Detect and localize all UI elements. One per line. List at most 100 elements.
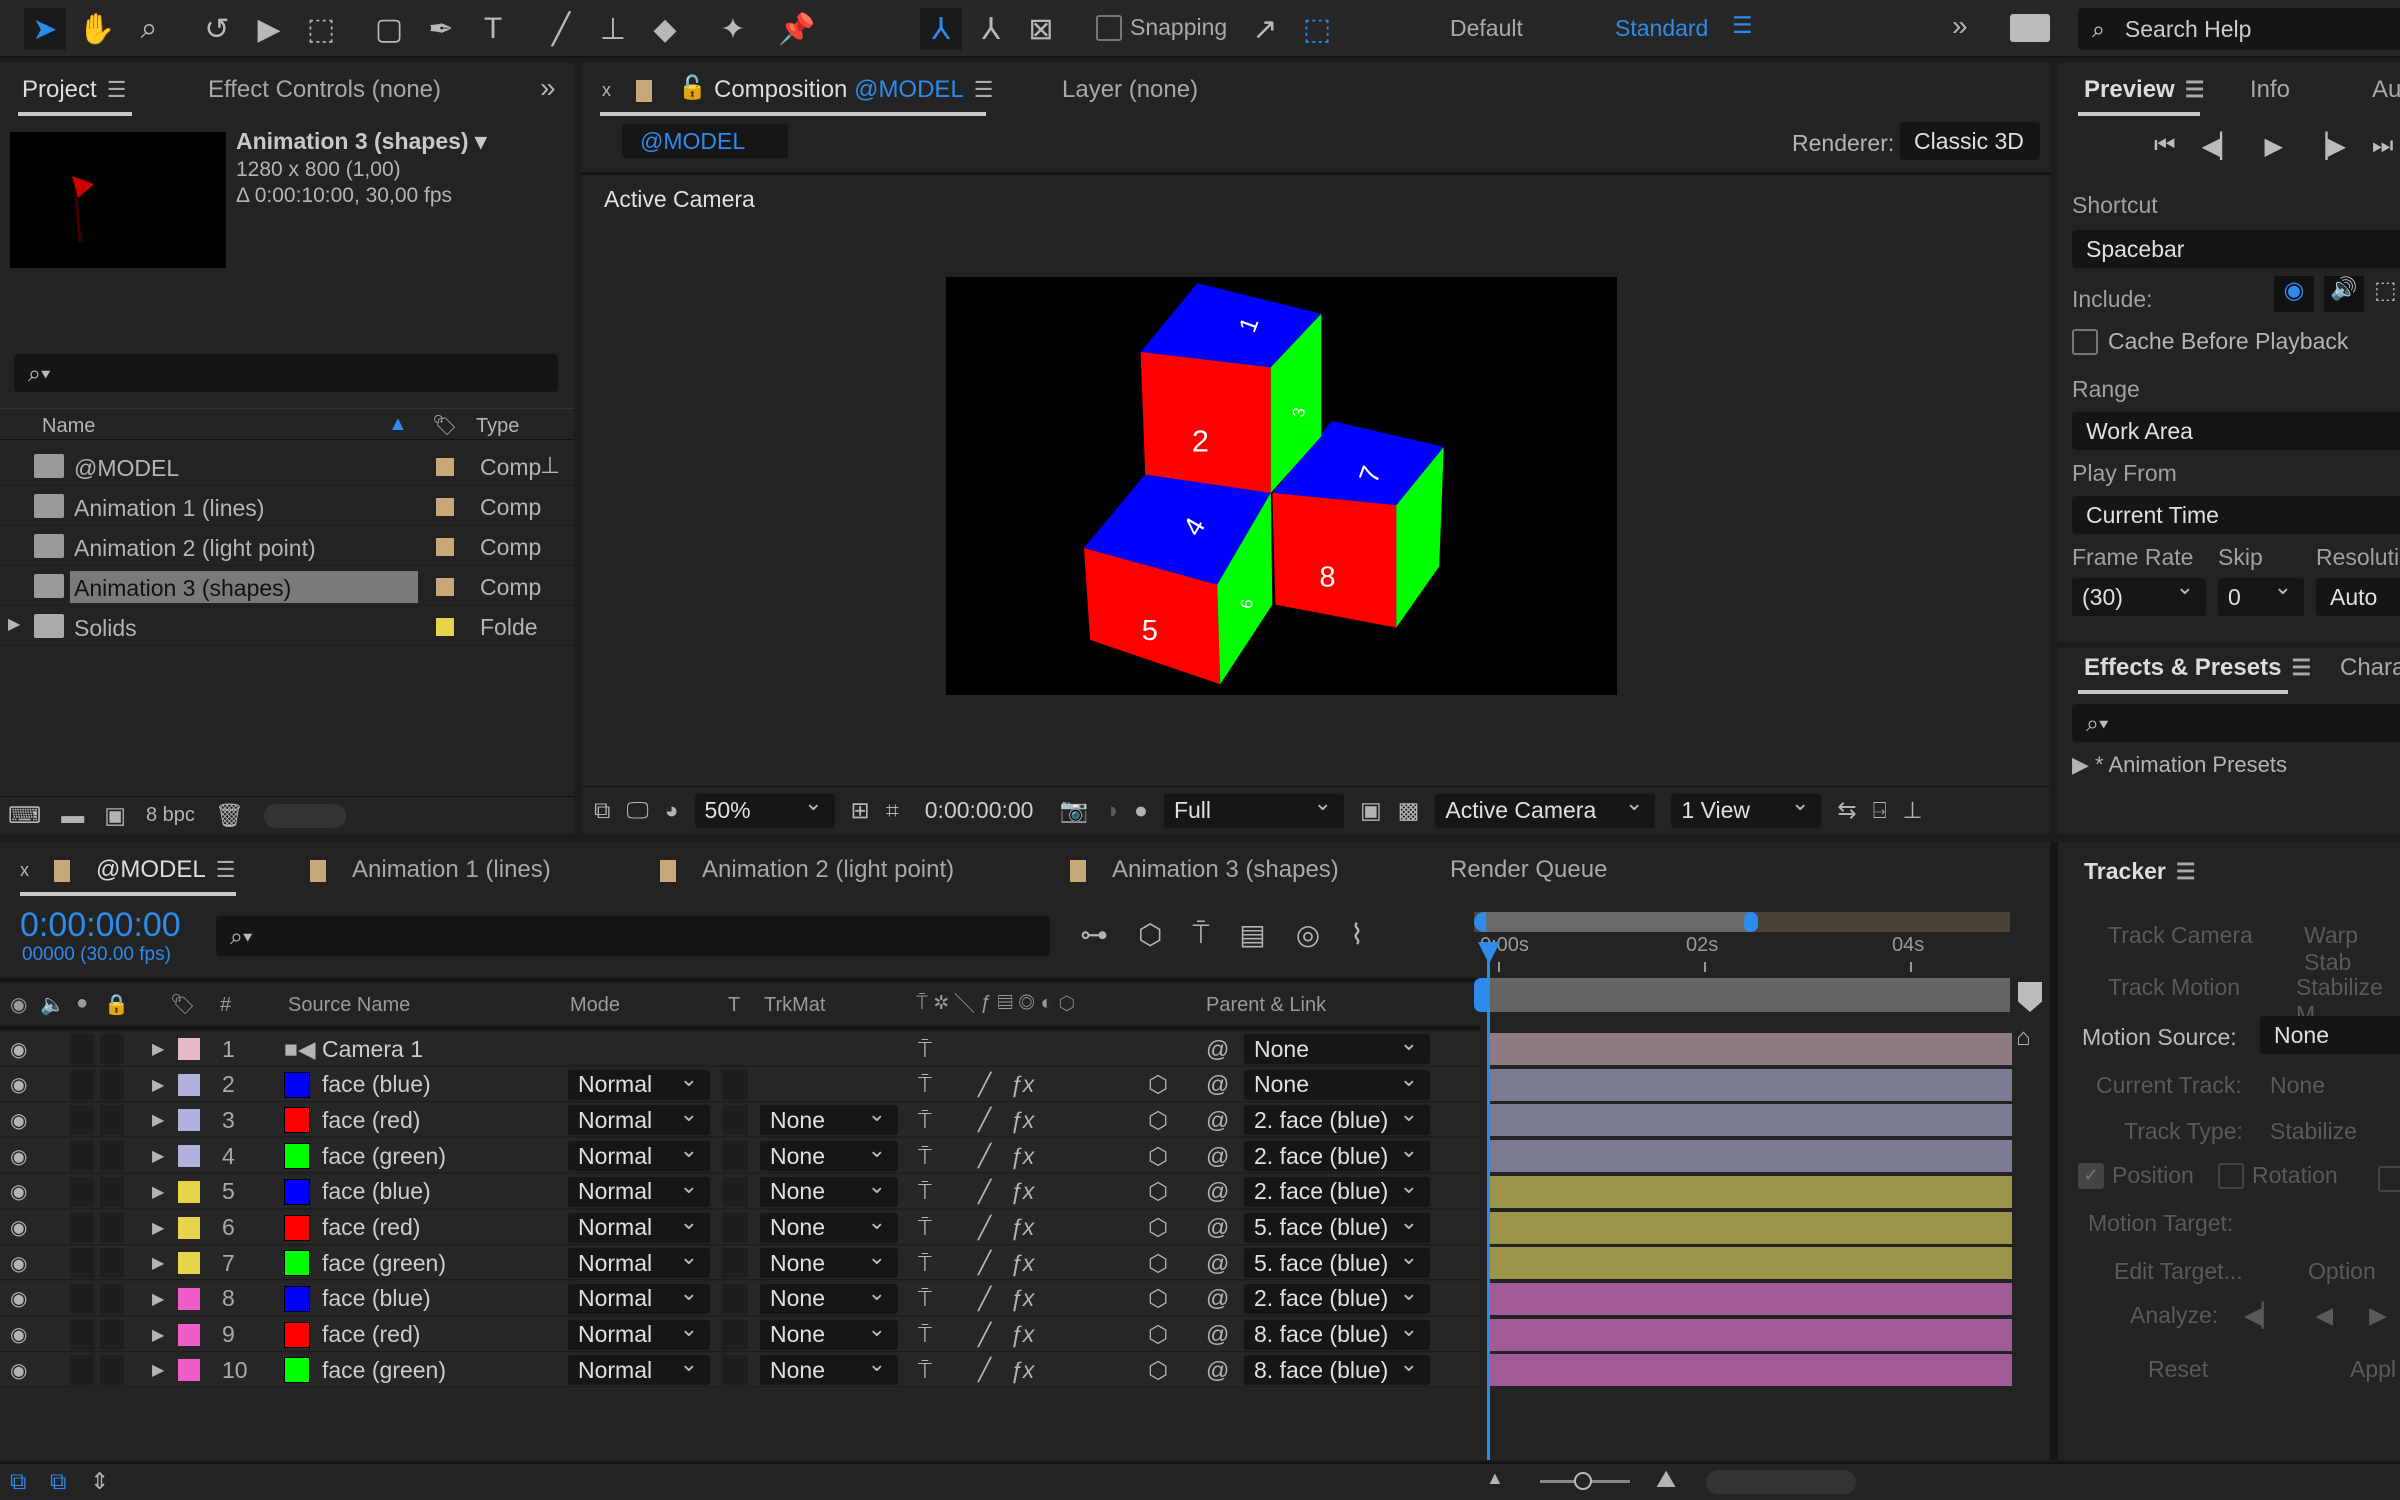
- layer-switches-toggle-icon[interactable]: ⧉: [10, 1468, 26, 1495]
- tab-preview[interactable]: Preview ☰: [2084, 76, 2204, 104]
- tab-character[interactable]: Chara: [2340, 654, 2400, 682]
- project-item[interactable]: Animation 3 (shapes) Comp: [0, 568, 574, 606]
- track-matte-select[interactable]: None: [760, 1209, 898, 1243]
- camera-tool-icon[interactable]: ▶: [248, 8, 290, 50]
- effects-icon[interactable]: ƒx: [1010, 1248, 1034, 1278]
- first-frame-icon[interactable]: ⏮: [2154, 132, 2176, 161]
- snap-feather-icon[interactable]: ⬚: [1296, 8, 1338, 50]
- work-area-start-handle[interactable]: [1474, 978, 1488, 1012]
- layer-row[interactable]: ◉ ▶ 3 face (red) Normal None ⍑ ╱ ƒx ⬡ @ 2.…: [0, 1101, 1480, 1138]
- quality-icon[interactable]: ╱: [978, 1141, 991, 1171]
- eye-icon[interactable]: ◉: [10, 1248, 27, 1278]
- snapping-toggle[interactable]: Snapping: [1096, 14, 1227, 41]
- item-name[interactable]: Animation 3 (shapes) ▾: [236, 128, 487, 155]
- parent-select[interactable]: 2. face (blue): [1244, 1173, 1430, 1207]
- layer-name[interactable]: face (blue): [322, 1070, 431, 1100]
- effects-icon[interactable]: ƒx: [1010, 1177, 1034, 1207]
- camera-view-select[interactable]: Active Camera: [1435, 790, 1656, 828]
- parent-select[interactable]: None: [1244, 1066, 1430, 1100]
- track-camera-button[interactable]: Track Camera: [2108, 922, 2253, 949]
- layer-name[interactable]: face (red): [322, 1320, 420, 1350]
- tab-effect-controls[interactable]: Effect Controls (none): [208, 76, 441, 104]
- layer-duration-bar[interactable]: [1490, 1175, 2012, 1208]
- 3d-layer-icon[interactable]: ⬡: [1148, 1355, 1168, 1385]
- column-type[interactable]: Type: [476, 415, 519, 438]
- hand-tool-icon[interactable]: ✋: [76, 8, 118, 50]
- show-snapshot-icon[interactable]: ◑: [1104, 797, 1118, 824]
- shy-icon[interactable]: ⍑: [918, 1320, 932, 1350]
- comp-marker-bin-icon[interactable]: [2018, 982, 2042, 1012]
- lock-toggle[interactable]: [100, 1355, 124, 1386]
- pan-behind-tool-icon[interactable]: ⬚: [300, 8, 342, 50]
- label-swatch[interactable]: [436, 538, 454, 556]
- preserve-transparency-toggle[interactable]: [722, 1283, 748, 1314]
- skip-select[interactable]: 0: [2218, 574, 2304, 616]
- interpret-footage-icon[interactable]: ⌨: [8, 802, 41, 829]
- composition-viewer[interactable]: 12345678: [946, 277, 1617, 695]
- layer-duration-bar[interactable]: [1490, 1140, 2012, 1173]
- quality-icon[interactable]: ╱: [978, 1070, 991, 1100]
- thumbnail-slider[interactable]: [264, 803, 347, 828]
- effects-search-input[interactable]: ⌕▾: [2072, 704, 2400, 742]
- shortcut-select[interactable]: Spacebar: [2072, 230, 2400, 268]
- parent-select[interactable]: None: [1244, 1030, 1430, 1064]
- tab-timeline-comp[interactable]: @MODEL ☰: [54, 856, 235, 884]
- flowchart-icon[interactable]: ⊥: [540, 452, 560, 479]
- zoom-slider-handle[interactable]: [1574, 1472, 1592, 1490]
- eye-icon[interactable]: ◉: [10, 1034, 27, 1064]
- scale-checkbox[interactable]: [2378, 1164, 2400, 1192]
- quality-icon[interactable]: ╱: [978, 1177, 991, 1207]
- parent-select[interactable]: 8. face (blue): [1244, 1351, 1430, 1386]
- solo-toggle[interactable]: [70, 1105, 94, 1136]
- layer-duration-bar[interactable]: [1490, 1068, 2012, 1101]
- track-matte-select[interactable]: None: [760, 1101, 898, 1136]
- label-swatch[interactable]: [436, 618, 454, 636]
- lock-toggle[interactable]: [100, 1034, 124, 1064]
- effects-icon[interactable]: ƒx: [1010, 1141, 1034, 1171]
- tab-composition[interactable]: Composition @MODEL ☰: [714, 76, 994, 104]
- transparency-grid-icon[interactable]: ▩: [1398, 797, 1420, 824]
- include-video-icon[interactable]: ◉: [2274, 276, 2314, 312]
- layer-name[interactable]: face (green): [322, 1141, 446, 1171]
- parent-pickwhip-icon[interactable]: @: [1206, 1213, 1229, 1243]
- preserve-transparency-toggle[interactable]: [722, 1105, 748, 1136]
- layer-name[interactable]: Camera 1: [322, 1034, 423, 1064]
- column-source-name[interactable]: Source Name: [288, 994, 410, 1017]
- resolution-select[interactable]: Full: [1163, 790, 1344, 828]
- layer-duration-bar[interactable]: [1490, 1033, 2012, 1065]
- close-tab-icon[interactable]: x: [602, 80, 611, 101]
- quality-icon[interactable]: ╱: [978, 1105, 991, 1135]
- 3d-layer-icon[interactable]: ⬡: [1148, 1248, 1168, 1278]
- project-item[interactable]: Animation 1 (lines) Comp: [0, 488, 574, 526]
- parent-pickwhip-icon[interactable]: @: [1206, 1070, 1229, 1100]
- solo-toggle[interactable]: [70, 1176, 94, 1207]
- layer-row[interactable]: ◉ ▶ 1 ■◀ Camera 1 ⍑ @ None: [0, 1030, 1480, 1066]
- renderer-select[interactable]: Classic 3D: [1900, 122, 2040, 160]
- shy-icon[interactable]: ⍑: [918, 1177, 932, 1207]
- view-axis-icon[interactable]: ⊠: [1020, 8, 1062, 50]
- label-column-icon[interactable]: 🏷: [432, 413, 457, 438]
- tab-timeline-comp[interactable]: Animation 3 (shapes): [1070, 856, 1339, 884]
- navigator-range[interactable]: [1474, 912, 1750, 932]
- layer-name[interactable]: face (red): [322, 1105, 420, 1135]
- layer-row[interactable]: ◉ ▶ 8 face (blue) Normal None ⍑ ╱ ƒx ⬡ @ 2…: [0, 1280, 1480, 1316]
- frame-rate-select[interactable]: (30): [2072, 574, 2206, 616]
- play-icon[interactable]: ▶: [2265, 132, 2283, 161]
- label-swatch[interactable]: [178, 1216, 200, 1239]
- warp-stabilizer-button[interactable]: Warp Stab: [2304, 922, 2400, 976]
- 3d-layer-icon[interactable]: ⬡: [1148, 1105, 1168, 1135]
- analyze-backward-icon[interactable]: ◀: [2315, 1302, 2333, 1329]
- solo-toggle[interactable]: [70, 1283, 94, 1314]
- parent-pickwhip-icon[interactable]: @: [1206, 1248, 1229, 1278]
- solo-toggle[interactable]: [70, 1319, 94, 1350]
- column-mode[interactable]: Mode: [570, 994, 620, 1017]
- current-track-value[interactable]: None: [2270, 1072, 2325, 1099]
- cache-before-playback-checkbox[interactable]: Cache Before Playback: [2072, 328, 2348, 355]
- rectangle-tool-icon[interactable]: ▢: [368, 8, 410, 50]
- motion-source-select[interactable]: None: [2260, 1016, 2400, 1054]
- blend-mode-select[interactable]: Normal: [568, 1209, 710, 1243]
- layer-row[interactable]: ◉ ▶ 6 face (red) Normal None ⍑ ╱ ƒx ⬡ @ 5.…: [0, 1209, 1480, 1245]
- eye-icon[interactable]: ◉: [10, 1355, 27, 1385]
- label-swatch[interactable]: [178, 1359, 200, 1382]
- layer-row[interactable]: ◉ ▶ 7 face (green) Normal None ⍑ ╱ƒx⬡ @ …: [0, 1244, 1480, 1281]
